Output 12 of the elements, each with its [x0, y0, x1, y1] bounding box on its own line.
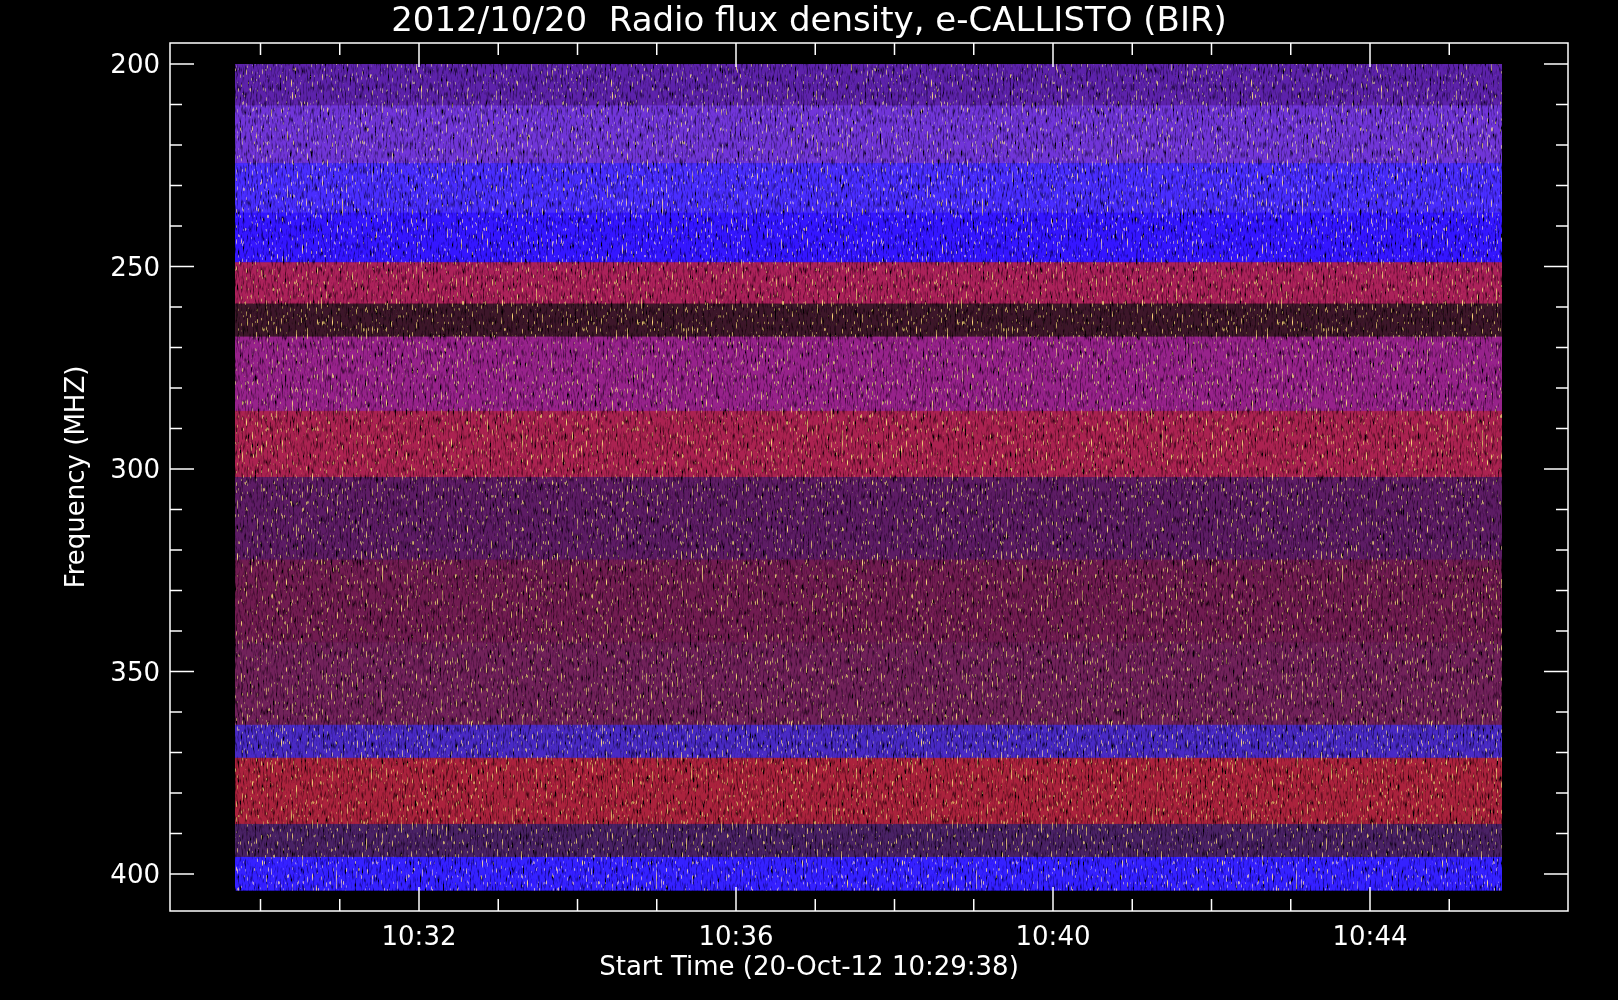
- axis-tick-label: 10:36: [698, 921, 774, 951]
- axis-tick-label: 250: [110, 251, 160, 282]
- axis-tick-label: 300: [110, 454, 160, 484]
- axis-tick-label: 400: [110, 859, 160, 889]
- axis-tick-label: 10:40: [1015, 921, 1091, 951]
- axis-title: Start Time (20-Oct-12 10:29:38): [599, 951, 1019, 981]
- axis-tick-label: 10:32: [381, 921, 457, 951]
- axis-tick-label: 350: [110, 656, 160, 687]
- axis-tick-label: 200: [110, 49, 160, 79]
- chart-title: 2012/10/20 Radio flux density, e-CALLISTO (BIR): [391, 0, 1227, 39]
- axis-tick-label: 10:44: [1332, 921, 1408, 951]
- axis-title: Frequency (MHZ): [60, 365, 90, 589]
